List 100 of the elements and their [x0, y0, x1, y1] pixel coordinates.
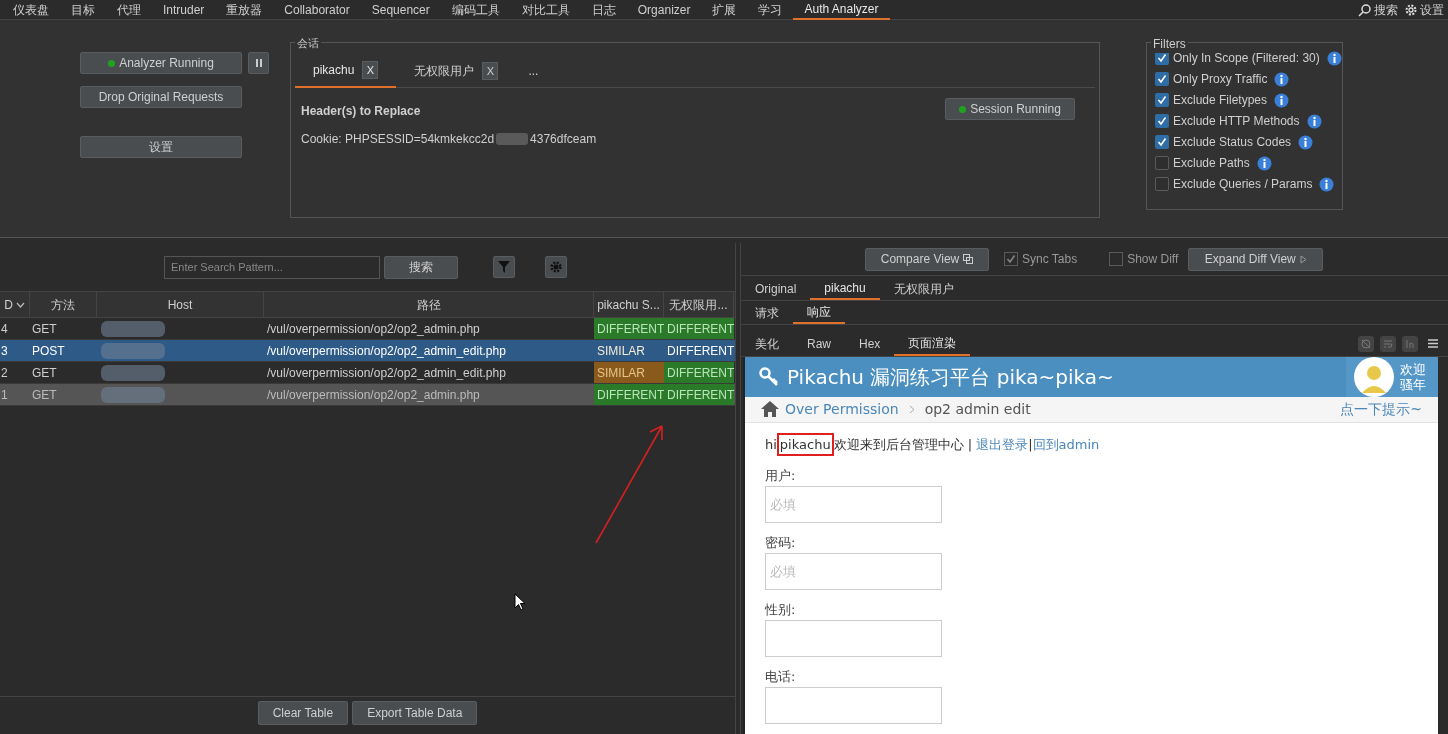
check-icon: [1157, 95, 1167, 105]
table-cell-text: GET: [31, 320, 58, 338]
column-header[interactable]: Host: [97, 292, 264, 317]
checkbox[interactable]: [1155, 156, 1169, 170]
checkbox[interactable]: [1155, 72, 1169, 86]
checkbox[interactable]: [1004, 252, 1018, 266]
header-value: Cookie: PHPSESSID=54kmkekcc2d: [301, 131, 495, 148]
menu-tab[interactable]: 日志: [580, 0, 627, 20]
check-icon: [1157, 53, 1167, 63]
tab[interactable]: Raw: [793, 331, 845, 356]
column-header[interactable]: 方法: [30, 292, 97, 317]
hint-link[interactable]: 点一下提示~: [1340, 398, 1422, 420]
session-tab[interactable]: pikachu X: [295, 54, 397, 88]
menu-tab[interactable]: 重放器: [215, 0, 274, 20]
greeting-text: hi: [765, 435, 777, 454]
checkbox-label: Exclude Status Codes: [1173, 134, 1292, 151]
column-header[interactable]: 路径: [264, 292, 594, 317]
menu-button[interactable]: [1428, 339, 1438, 348]
menu-tab[interactable]: Collaborator: [273, 0, 361, 20]
close-tab-button[interactable]: X: [482, 62, 499, 80]
site-title: Pikachu 漏洞练习平台 pika~pika~: [787, 364, 1114, 391]
newline-button[interactable]: [1402, 335, 1418, 352]
expand-diff-button[interactable]: Expand Diff View: [1188, 247, 1324, 271]
pause-icon: [255, 59, 262, 67]
field-label: 电话:: [765, 668, 797, 685]
filter-icon: [498, 261, 510, 273]
checkbox[interactable]: [1155, 93, 1169, 107]
tab[interactable]: Original: [741, 277, 811, 300]
more-tabs-button[interactable]: ...: [516, 62, 551, 80]
breadcrumb-link[interactable]: Over Permission: [785, 398, 899, 420]
tab[interactable]: Hex: [845, 331, 895, 356]
settings-button[interactable]: [545, 256, 567, 278]
checkbox-option[interactable]: Show Diff: [1109, 250, 1179, 268]
filter-button[interactable]: [493, 256, 515, 278]
close-tab-button[interactable]: X: [362, 61, 379, 79]
welcome-text: 骚年: [1400, 377, 1426, 392]
menu-tab[interactable]: 对比工具: [510, 0, 581, 20]
session-tab[interactable]: 无权限用户 X: [396, 54, 517, 88]
tab[interactable]: 响应: [793, 301, 845, 324]
menu-tab[interactable]: Sequencer: [360, 0, 441, 20]
table-row[interactable]: 2 GET /vul/overpermission/op2/op2_admin_edit.php SIMILAR DIFFERENT: [0, 362, 735, 384]
menu-tab[interactable]: 扩展: [701, 0, 748, 20]
checkbox[interactable]: [1109, 252, 1124, 266]
search-field[interactable]: Enter Search Pattern...: [164, 255, 380, 279]
check-icon: [1157, 137, 1167, 147]
input-field[interactable]: 必填: [765, 553, 942, 590]
analyzer-running-button[interactable]: Analyzer Running: [80, 52, 242, 74]
menu-tab[interactable]: Intruder: [152, 0, 216, 20]
menu-tab[interactable]: 目标: [60, 0, 106, 20]
search-button[interactable]: 搜索: [384, 255, 458, 279]
table-cell-text: /vul/overpermission/op2/op2_admin_edit.php: [266, 342, 507, 360]
checkbox-option[interactable]: Sync Tabs: [1004, 250, 1078, 268]
tab[interactable]: 美化: [741, 331, 793, 356]
hide-icon-button[interactable]: [1358, 335, 1374, 352]
tab[interactable]: pikachu: [810, 277, 880, 300]
menu-tab[interactable]: 编码工具: [440, 0, 511, 20]
table-row[interactable]: 4 GET /vul/overpermission/op2/op2_admin.php DIFFERENT DIFFERENT: [0, 318, 735, 340]
separator-text: |: [1028, 435, 1033, 454]
session-running-button[interactable]: Session Running: [945, 98, 1075, 120]
redaction-blur: [496, 133, 529, 145]
checkbox[interactable]: [1155, 114, 1169, 128]
pause-button[interactable]: [248, 52, 269, 74]
admin-link[interactable]: 回到admin: [1032, 434, 1100, 454]
input-field[interactable]: [765, 687, 942, 724]
highlighted-username: pikachu: [776, 432, 834, 456]
drop-requests-button[interactable]: Drop Original Requests: [80, 86, 242, 108]
info-icon: [1274, 92, 1290, 108]
table-row[interactable]: 3 POST /vul/overpermission/op2/op2_admin_edit.php SIMILAR DIFFERENT: [0, 340, 735, 362]
checkbox[interactable]: [1155, 177, 1169, 191]
table-cell-text: POST: [31, 342, 66, 360]
table-cell-text: /vul/overpermission/op2/op2_admin.php: [266, 386, 481, 404]
table-button[interactable]: Export Table Data: [352, 700, 478, 725]
settings-button[interactable]: 设置: [1404, 0, 1444, 19]
group-label: 会话: [295, 35, 321, 52]
table-row[interactable]: 1 GET /vul/overpermission/op2/op2_admin.php DIFFERENT DIFFERENT: [0, 384, 735, 406]
menu-tab[interactable]: 仪表盘: [2, 0, 60, 20]
input-field[interactable]: 必填: [765, 486, 942, 523]
search-button[interactable]: 搜索: [1358, 0, 1398, 19]
result-cell: DIFFERENT: [594, 384, 664, 405]
checkbox-label: Only Proxy Traffic: [1173, 71, 1268, 88]
table-button[interactable]: Clear Table: [257, 700, 349, 725]
tab[interactable]: 请求: [741, 301, 793, 324]
table-cell-text: 2: [0, 364, 9, 382]
checkbox[interactable]: [1155, 135, 1169, 149]
info-icon: [1256, 155, 1272, 171]
table-cell-text: GET: [31, 364, 58, 382]
menu-tab[interactable]: Organizer: [626, 0, 702, 20]
column-header[interactable]: 无权限用...: [664, 292, 734, 317]
menu-tab[interactable]: 代理: [106, 0, 152, 20]
wrap-button[interactable]: [1380, 335, 1396, 352]
column-header[interactable]: D: [0, 292, 30, 317]
settings-button[interactable]: 设置: [80, 136, 242, 158]
compare-view-button[interactable]: Compare View: [865, 247, 989, 271]
input-field[interactable]: [765, 620, 942, 657]
tab[interactable]: 无权限用户: [879, 277, 968, 300]
result-cell: DIFFERENT: [664, 384, 734, 405]
menu-tab[interactable]: 学习: [747, 0, 794, 20]
column-header[interactable]: pikachu S...: [594, 292, 664, 317]
checkbox-label: Exclude HTTP Methods: [1173, 113, 1300, 130]
info-icon: [1298, 134, 1314, 150]
